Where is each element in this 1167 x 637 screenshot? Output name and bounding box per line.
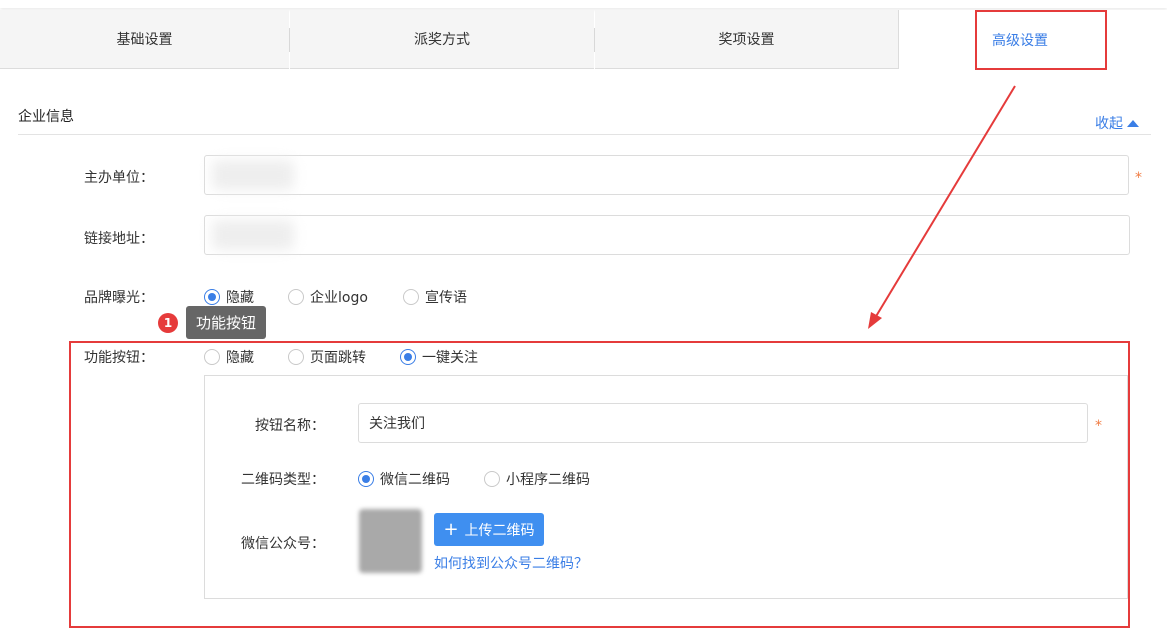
annotation-text: 功能按钮 (186, 306, 267, 339)
radio-unchecked-icon (288, 289, 304, 305)
brand-radio-logo[interactable]: 企业logo (288, 287, 368, 307)
section-divider (18, 134, 1151, 135)
brand-exposure-label: 品牌曝光： (84, 290, 154, 306)
tab-label: 派奖方式 (414, 32, 470, 48)
brand-radio-hide[interactable]: 隐藏 (204, 287, 254, 307)
radio-label: 宣传语 (425, 290, 467, 306)
radio-checked-icon (204, 289, 220, 305)
caret-up-icon (1127, 119, 1139, 127)
top-strip (0, 0, 1167, 8)
collapse-link[interactable]: 收起 (1095, 113, 1139, 133)
radio-label: 隐藏 (226, 290, 254, 306)
tab-prize-settings[interactable]: 奖项设置 (595, 10, 899, 69)
annotation-tooltip: 1 功能按钮 (158, 306, 267, 339)
link-label: 链接地址： (84, 231, 154, 247)
section-title: 企业信息 (18, 109, 74, 125)
radio-label: 企业logo (310, 290, 368, 306)
radio-unchecked-icon (403, 289, 419, 305)
organizer-input[interactable] (204, 155, 1129, 195)
organizer-label: 主办单位： (84, 170, 154, 186)
redacted-value (212, 160, 294, 190)
annotation-badge: 1 (158, 312, 178, 333)
link-input[interactable] (204, 215, 1130, 255)
redacted-value (212, 220, 294, 250)
tab-label: 奖项设置 (718, 32, 775, 48)
collapse-label: 收起 (1095, 116, 1123, 132)
tab-prize-method[interactable]: 派奖方式 (290, 10, 594, 69)
tab-label: 基础设置 (116, 32, 173, 48)
required-mark: * (1135, 170, 1142, 186)
tab-basic-settings[interactable]: 基础设置 (0, 10, 289, 69)
annotation-highlight-tab (975, 10, 1107, 70)
brand-radio-slogan[interactable]: 宣传语 (403, 287, 467, 307)
annotation-highlight-area (69, 341, 1130, 628)
